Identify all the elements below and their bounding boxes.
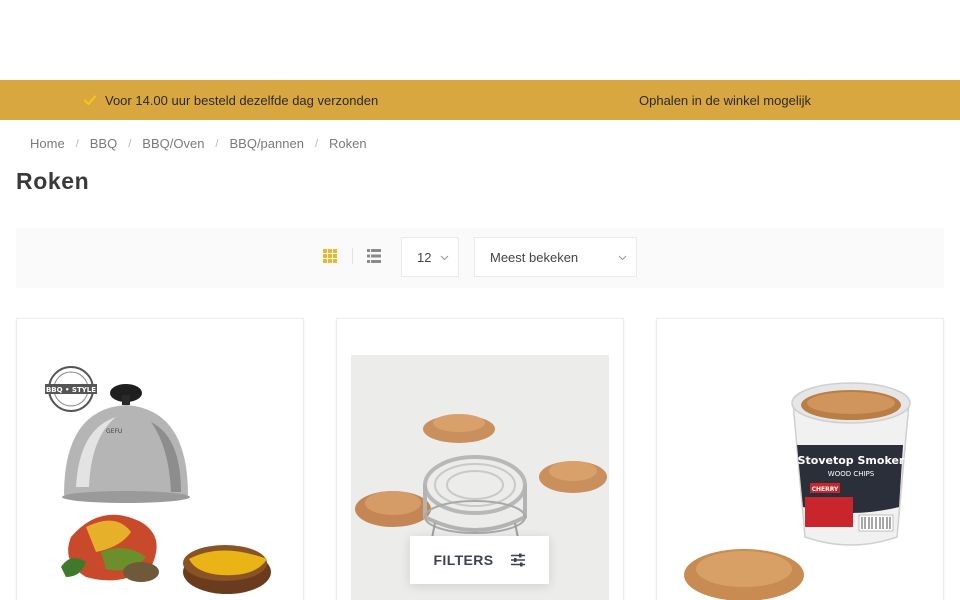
tub-title: Stovetop Smoker xyxy=(798,454,905,467)
sort-select[interactable]: Meest bekeken xyxy=(474,237,637,277)
product-toolbar: 12 Meest bekeken xyxy=(16,228,944,288)
tub-flavor: CHERRY xyxy=(812,486,839,493)
per-page-value: 12 xyxy=(417,249,432,265)
product-card[interactable]: BBQ • STYLE GEFU xyxy=(16,318,304,600)
tub-subtitle: WOOD CHIPS xyxy=(828,470,875,478)
breadcrumb: Home / BBQ / BBQ/Oven / BBQ/pannen / Rok… xyxy=(30,136,367,151)
check-icon xyxy=(83,95,97,106)
breadcrumb-current: Roken xyxy=(329,136,367,151)
product-image[interactable]: BBQ • STYLE GEFU xyxy=(31,337,289,600)
usp-bar: Voor 14.00 uur besteld dezelfde dag verz… xyxy=(0,80,960,120)
badge-text: BBQ • STYLE xyxy=(46,386,96,394)
breadcrumb-bbq-pannen[interactable]: BBQ/pannen xyxy=(229,136,303,151)
page-title: Roken xyxy=(16,168,90,194)
chevron-down-icon xyxy=(440,255,449,261)
stovetop-smoker-wood-chips-image: Stovetop Smoker WOOD CHIPS CHERRY xyxy=(684,382,911,600)
breadcrumb-bbq-oven[interactable]: BBQ/Oven xyxy=(142,136,204,151)
product-card[interactable]: Stovetop Smoker WOOD CHIPS CHERRY xyxy=(656,318,944,600)
bbq-style-badge: BBQ • STYLE xyxy=(45,366,97,412)
breadcrumb-separator: / xyxy=(75,137,79,150)
product-image[interactable]: Stovetop Smoker WOOD CHIPS CHERRY xyxy=(671,337,929,600)
breadcrumb-home[interactable]: Home xyxy=(30,136,65,151)
usp-shipping-text: Voor 14.00 uur besteld dezelfde dag verz… xyxy=(105,92,379,108)
bbq-dome-cover-image: BBQ • STYLE GEFU xyxy=(45,366,271,594)
filters-button[interactable]: FILTERS xyxy=(410,536,549,584)
usp-pickup-text: Ophalen in de winkel mogelijk xyxy=(639,92,811,108)
per-page-select[interactable]: 12 xyxy=(401,237,459,277)
chevron-down-icon xyxy=(618,255,627,261)
breadcrumb-separator: / xyxy=(128,137,132,150)
view-toggle-divider xyxy=(352,248,353,264)
filters-label: FILTERS xyxy=(433,552,494,568)
sort-value: Meest bekeken xyxy=(490,249,579,265)
brand-text: GEFU xyxy=(106,428,122,435)
sliders-icon xyxy=(510,553,525,567)
breadcrumb-bbq[interactable]: BBQ xyxy=(90,136,117,151)
list-view-icon[interactable] xyxy=(367,249,381,263)
breadcrumb-separator: / xyxy=(215,137,219,150)
site-header xyxy=(0,0,960,80)
grid-view-icon[interactable] xyxy=(323,249,337,263)
usp-store-pickup: Ophalen in de winkel mogelijk xyxy=(639,80,811,120)
usp-same-day-shipping: Voor 14.00 uur besteld dezelfde dag verz… xyxy=(83,80,378,120)
breadcrumb-separator: / xyxy=(314,137,318,150)
